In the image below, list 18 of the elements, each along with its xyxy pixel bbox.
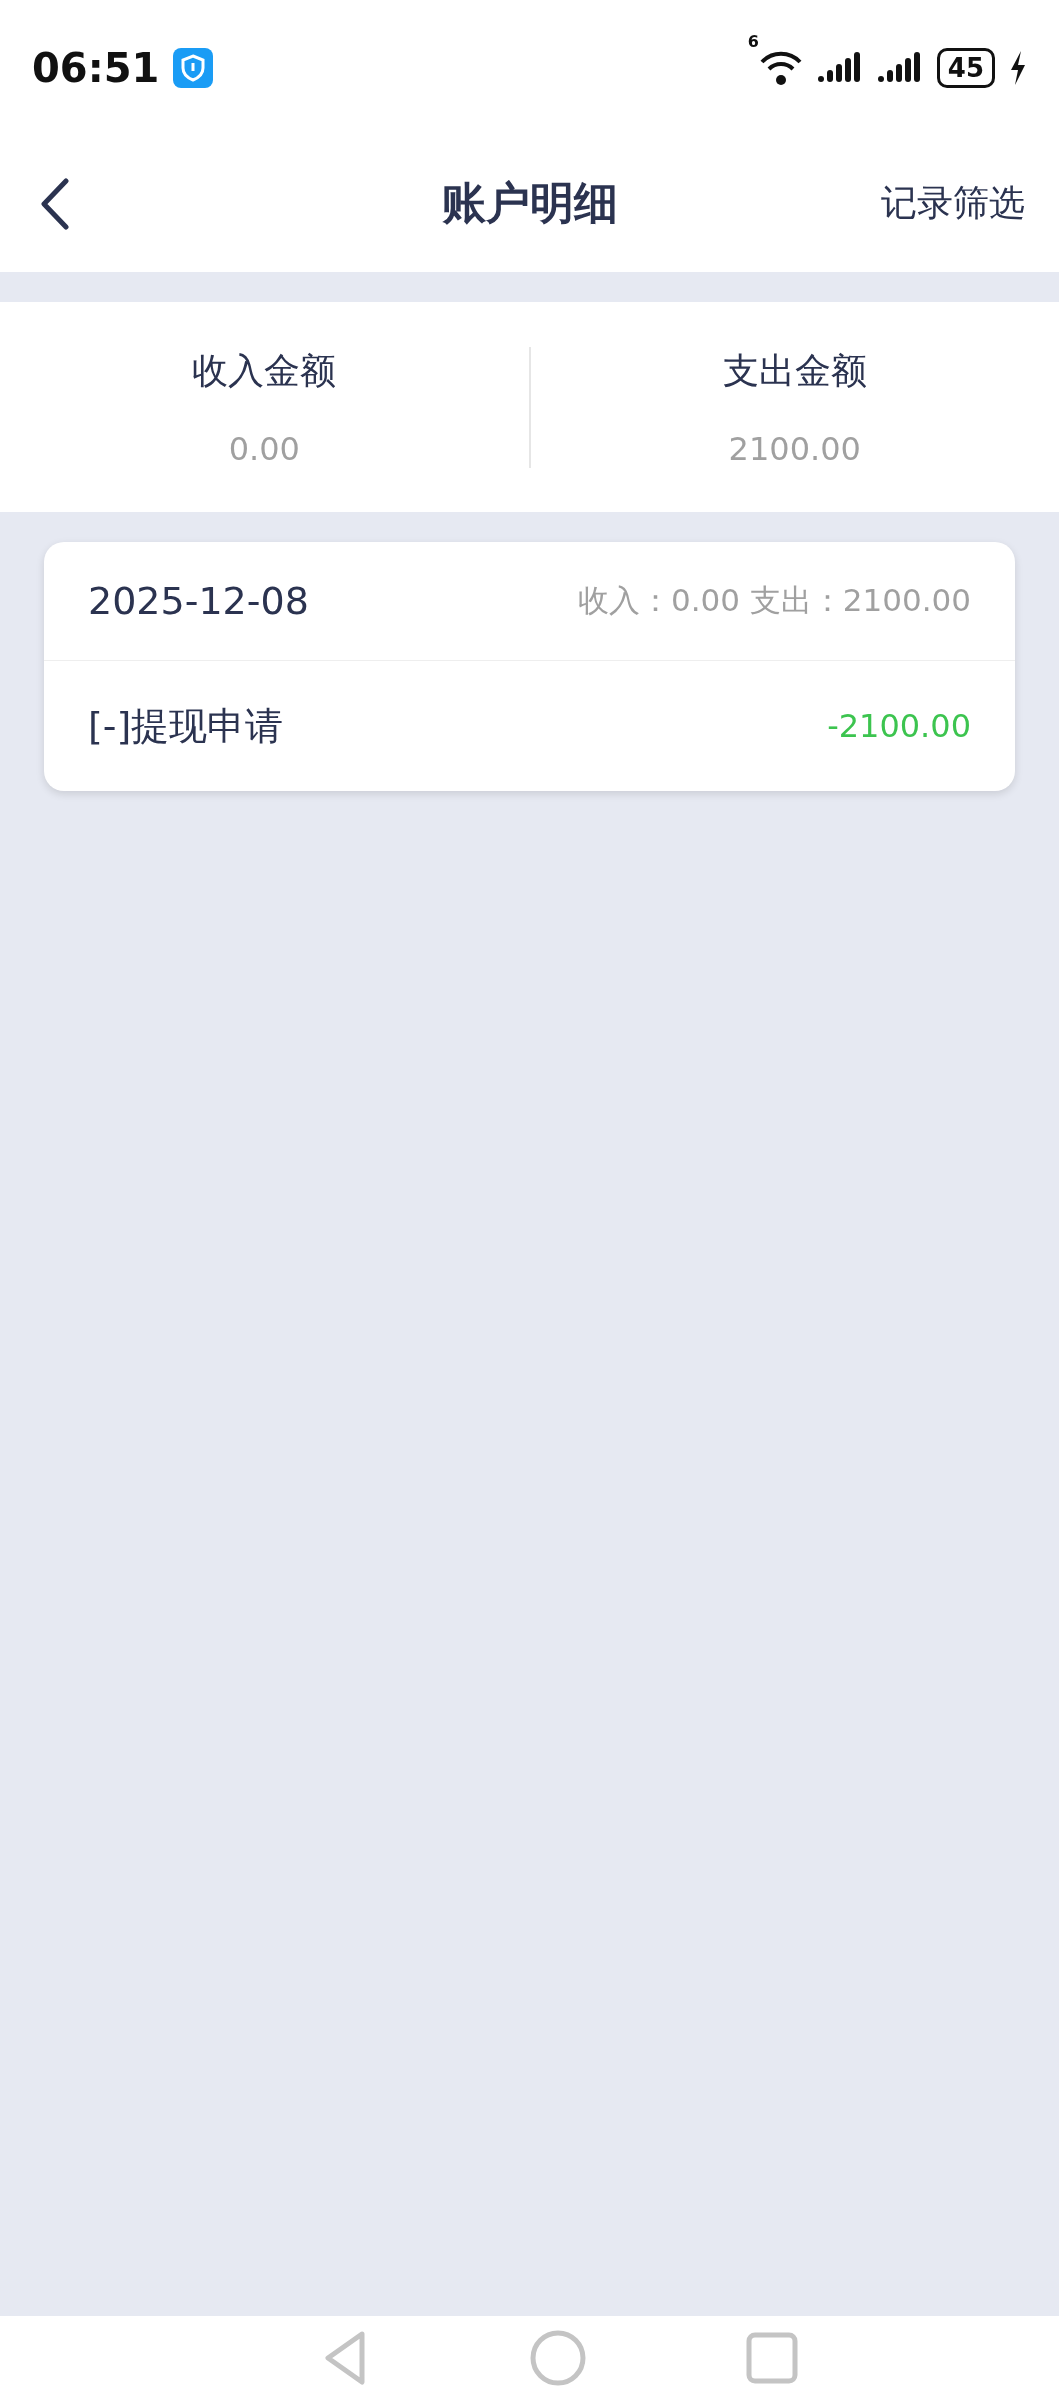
summary-label: 收入金额 [192,348,337,393]
summary-value: 0.00 [228,429,300,468]
network-type-label: 6 [747,31,759,51]
shield-icon [173,47,214,88]
record-date: 2025-12-08 [88,579,309,623]
summary-label: 支出金额 [722,348,867,393]
day-totals: 收入：0.00 支出：2100.00 [577,581,971,620]
home-nav-icon[interactable] [529,2330,586,2386]
back-button[interactable] [40,177,70,230]
recents-nav-icon[interactable] [745,2332,798,2384]
battery-level: 45 [936,47,995,88]
wifi-icon [758,49,803,86]
status-time: 06:51 [32,44,160,91]
record-title: [-]提现申请 [88,702,284,750]
summary-value: 2100.00 [728,429,861,468]
page-title: 账户明细 [441,176,618,230]
filter-link[interactable]: 记录筛选 [881,179,1025,228]
record-amount: -2100.00 [827,707,971,745]
